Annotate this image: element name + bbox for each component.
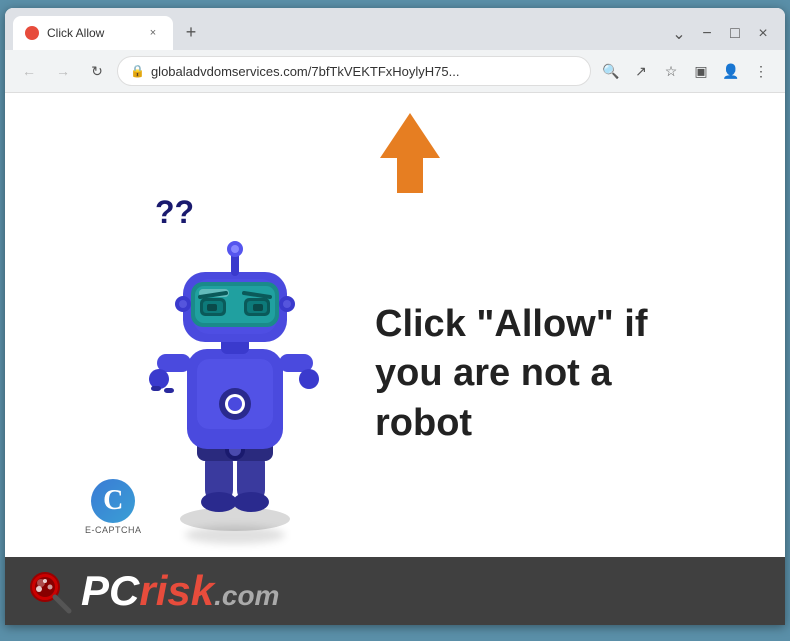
menu-button[interactable]: ⋮ [747, 57, 775, 85]
browser-window: Click Allow × + ⌄ − □ × ← → ↻ 🔒 globalad… [5, 8, 785, 625]
profile-button[interactable]: 👤 [717, 57, 745, 85]
pc-text: PCrisk.com [81, 567, 279, 614]
bookmark-button[interactable]: ☆ [657, 57, 685, 85]
forward-icon: → [56, 63, 70, 79]
page-content: ?? [5, 93, 785, 625]
search-toolbar-button[interactable]: 🔍 [597, 57, 625, 85]
new-tab-button[interactable]: + [177, 18, 205, 46]
maximize-button[interactable]: □ [725, 25, 745, 43]
minimize-button[interactable]: − [697, 25, 717, 43]
profile-icon: 👤 [722, 63, 739, 80]
close-window-button[interactable]: × [753, 25, 773, 43]
reload-button[interactable]: ↻ [83, 57, 111, 85]
window-controls: ⌄ − □ × [669, 24, 777, 50]
title-bar: Click Allow × + ⌄ − □ × [5, 8, 785, 50]
tab-favicon [25, 26, 39, 40]
ecaptcha-label: E-CAPTCHA [85, 525, 142, 535]
tab-close-button[interactable]: × [145, 25, 161, 41]
reload-icon: ↻ [91, 63, 103, 80]
back-button[interactable]: ← [15, 57, 43, 85]
robot-container: ?? [135, 214, 655, 534]
robot-shadow [185, 526, 285, 544]
address-bar[interactable]: 🔒 globaladvdomservices.com/7bfTkVEKTFxHo… [117, 56, 591, 86]
search-icon: 🔍 [602, 63, 619, 80]
pcrisk-watermark: PCrisk.com [5, 557, 785, 625]
pcrisk-brand-text: PCrisk.com [81, 567, 279, 615]
chevron-down-icon[interactable]: ⌄ [669, 24, 689, 44]
pcrisk-logo: PCrisk.com [25, 567, 279, 615]
robot-wrapper: ?? [135, 214, 335, 534]
star-icon: ☆ [665, 63, 678, 80]
extension-icon: ▣ [694, 63, 707, 80]
ecaptcha-icon: C [91, 479, 135, 523]
toolbar-actions: 🔍 ↗ ☆ ▣ 👤 ⋮ [597, 57, 775, 85]
back-icon: ← [22, 63, 36, 79]
main-area: ?? [5, 93, 785, 625]
share-icon: ↗ [635, 63, 647, 80]
magnify-icon [25, 567, 73, 615]
url-text: globaladvdomservices.com/7bfTkVEKTFxHoyl… [151, 64, 578, 79]
robot-illustration [145, 214, 325, 534]
orange-arrow [375, 113, 445, 198]
share-button[interactable]: ↗ [627, 57, 655, 85]
question-marks: ?? [155, 194, 194, 231]
captcha-message: Click "Allow" if you are not a robot [375, 300, 655, 448]
extension-button[interactable]: ▣ [687, 57, 715, 85]
forward-button[interactable]: → [49, 57, 77, 85]
ecaptcha-logo: C E-CAPTCHA [85, 479, 142, 535]
more-options-icon: ⋮ [754, 63, 768, 80]
tab-title: Click Allow [47, 26, 137, 40]
browser-tab[interactable]: Click Allow × [13, 16, 173, 50]
lock-icon: 🔒 [130, 64, 145, 78]
toolbar: ← → ↻ 🔒 globaladvdomservices.com/7bfTkVE… [5, 50, 785, 93]
